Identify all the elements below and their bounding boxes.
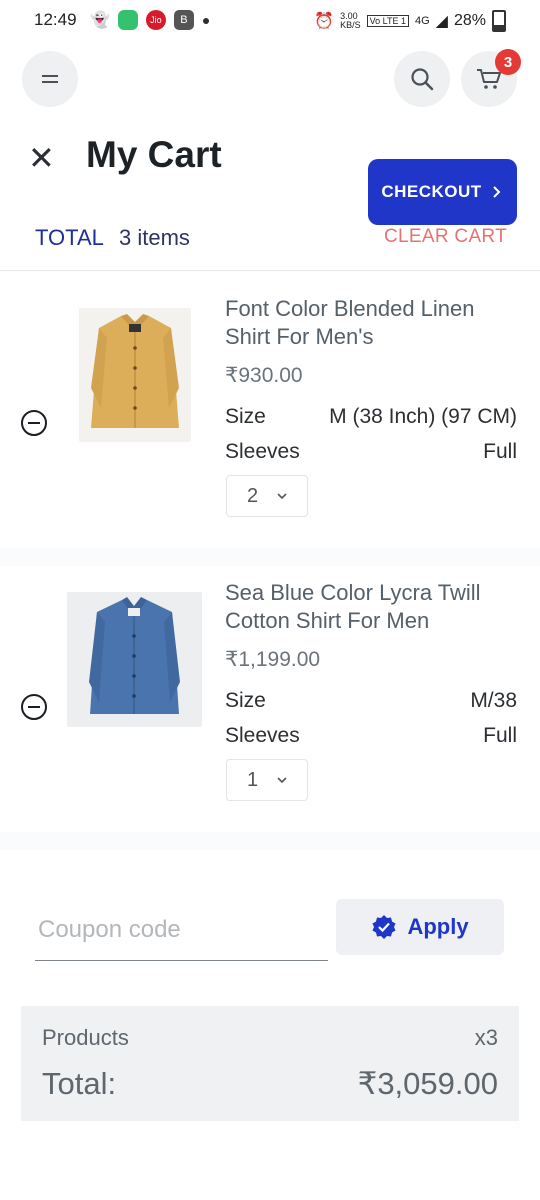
status-bar: 12:49 👻 Jio B ● ⏰ 3.00 KB/S Vo LTE 1 4G … bbox=[0, 0, 540, 40]
size-label: Size bbox=[225, 689, 266, 712]
remove-item-icon[interactable] bbox=[21, 694, 47, 720]
order-summary: Products x3 Total: ₹3,059.00 bbox=[21, 1006, 519, 1121]
coupon-input[interactable] bbox=[35, 900, 328, 961]
product-price: ₹930.00 bbox=[225, 364, 303, 387]
search-icon bbox=[411, 68, 434, 91]
jio-icon: Jio bbox=[145, 10, 166, 30]
sleeves-label: Sleeves bbox=[225, 724, 300, 747]
menu-button[interactable] bbox=[22, 51, 78, 107]
chevron-down-icon bbox=[277, 493, 287, 500]
b-app-icon: B bbox=[173, 10, 194, 30]
chevron-down-icon bbox=[277, 777, 287, 784]
products-qty: x3 bbox=[474, 1025, 498, 1050]
status-right: ⏰ 3.00 KB/S Vo LTE 1 4G ◢ 28% bbox=[314, 10, 506, 32]
checkout-label: CHECKOUT bbox=[381, 182, 482, 201]
quantity-select[interactable]: 2 bbox=[226, 475, 308, 517]
total-label: TOTAL bbox=[35, 225, 104, 250]
item-separator bbox=[0, 832, 540, 850]
item-separator bbox=[0, 548, 540, 566]
cart-badge: 3 bbox=[495, 49, 521, 75]
verified-badge-icon bbox=[372, 915, 396, 939]
items-count: 3 items bbox=[119, 225, 190, 250]
remove-item-icon[interactable] bbox=[21, 410, 47, 436]
close-icon[interactable]: ✕ bbox=[28, 142, 55, 174]
more-notifications-icon: ● bbox=[201, 12, 211, 28]
sleeves-value: Full bbox=[483, 724, 517, 747]
battery-icon bbox=[492, 10, 506, 32]
alarm-icon: ⏰ bbox=[314, 13, 335, 30]
sleeves-value: Full bbox=[483, 440, 517, 463]
battery-percent: 28% bbox=[453, 12, 486, 29]
total-label: Total: bbox=[42, 1066, 117, 1101]
cart-button[interactable]: 3 bbox=[461, 49, 521, 107]
menu-icon bbox=[42, 75, 58, 83]
signal-strength-icon: ◢ bbox=[435, 13, 448, 30]
apply-coupon-button[interactable]: Apply bbox=[336, 899, 504, 955]
size-value: M (38 Inch) (97 CM) bbox=[329, 405, 517, 428]
page-title: My Cart bbox=[86, 134, 222, 175]
quantity-value: 2 bbox=[247, 484, 259, 507]
snapchat-icon: 👻 bbox=[90, 12, 110, 29]
product-price: ₹1,199.00 bbox=[225, 648, 321, 671]
search-button[interactable] bbox=[394, 51, 450, 107]
clear-cart-button[interactable]: CLEAR CART bbox=[384, 226, 507, 248]
chevron-right-icon bbox=[492, 186, 501, 198]
quantity-value: 1 bbox=[247, 768, 259, 791]
size-value: M/38 bbox=[470, 689, 517, 712]
checkout-button[interactable]: CHECKOUT bbox=[368, 159, 517, 225]
product-image[interactable] bbox=[67, 592, 202, 727]
signal-4g-icon: 4G bbox=[414, 15, 430, 27]
product-name[interactable]: Font Color Blended Linen Shirt For Men's bbox=[225, 295, 525, 351]
sleeves-label: Sleeves bbox=[225, 440, 300, 463]
size-label: Size bbox=[225, 405, 266, 428]
app-icon bbox=[117, 10, 138, 30]
network-speed: 3.00 KB/S bbox=[340, 11, 361, 30]
quantity-select[interactable]: 1 bbox=[226, 759, 308, 801]
notification-icons: 👻 Jio B ● bbox=[90, 10, 210, 30]
products-label: Products bbox=[42, 1025, 129, 1050]
volte-icon: Vo LTE 1 bbox=[366, 15, 409, 27]
divider bbox=[0, 270, 540, 271]
product-name[interactable]: Sea Blue Color Lycra Twill Cotton Shirt … bbox=[225, 579, 525, 635]
total-value: ₹3,059.00 bbox=[357, 1066, 498, 1101]
product-image[interactable] bbox=[79, 308, 191, 442]
apply-label: Apply bbox=[407, 914, 469, 939]
status-time: 12:49 bbox=[34, 10, 77, 29]
